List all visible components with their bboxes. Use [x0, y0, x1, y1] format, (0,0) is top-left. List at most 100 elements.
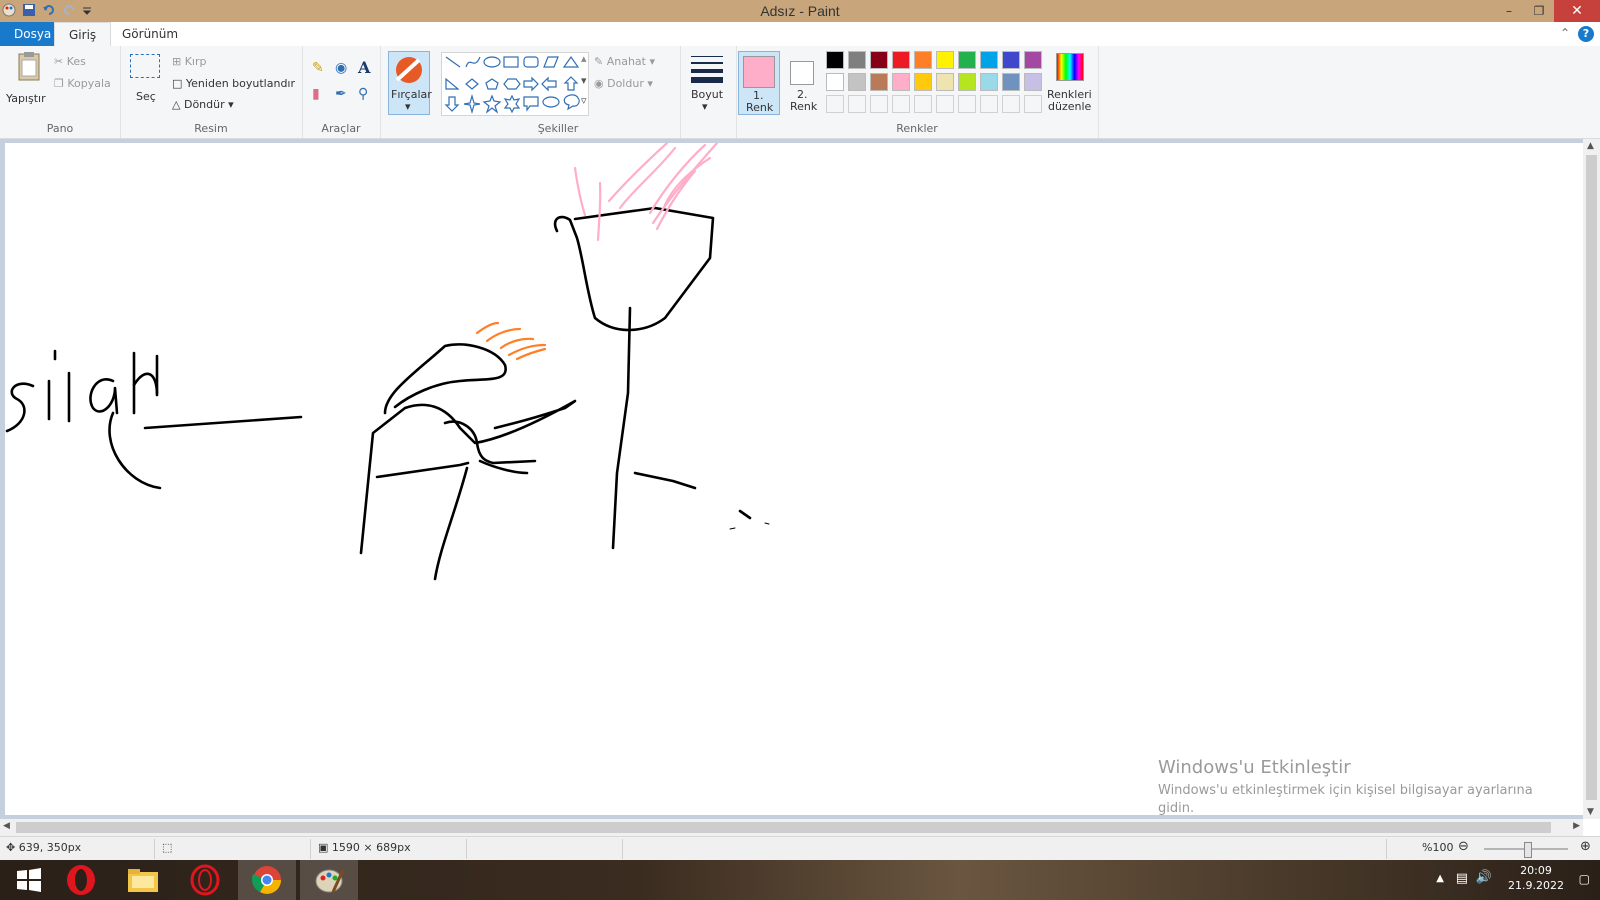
size-dropdown-icon: ▾ [702, 100, 708, 113]
palette-color-swatch[interactable] [870, 73, 888, 91]
palette-color-swatch[interactable] [848, 73, 866, 91]
taskbar-opera-browser[interactable] [52, 860, 110, 900]
shapes-scroll-up-icon[interactable]: ▴ [581, 52, 587, 65]
palette-color-swatch[interactable] [980, 51, 998, 69]
palette-color-swatch[interactable] [892, 73, 910, 91]
fill-shape-button[interactable]: ◉ Doldur ▾ [594, 77, 653, 90]
notifications-icon[interactable]: ▢ [1579, 872, 1590, 886]
palette-color-swatch[interactable] [958, 51, 976, 69]
palette-empty-swatch[interactable] [826, 95, 844, 113]
volume-icon[interactable]: 🔊 [1476, 870, 1492, 885]
taskbar-opera-gx[interactable] [176, 860, 234, 900]
magnifier-icon[interactable]: ⚲ [358, 86, 368, 102]
palette-color-swatch[interactable] [892, 51, 910, 69]
color-picker-icon[interactable]: ✒ [335, 86, 347, 102]
palette-color-swatch[interactable] [1002, 73, 1020, 91]
zoom-out-button[interactable]: ⊖ [1458, 839, 1469, 854]
taskbar-chrome[interactable] [238, 860, 296, 900]
palette-color-swatch[interactable] [914, 51, 932, 69]
drawing-canvas[interactable] [5, 143, 1586, 815]
paste-button[interactable]: Yapıştır [6, 50, 46, 110]
palette-color-swatch[interactable] [826, 51, 844, 69]
palette-empty-swatch[interactable] [1002, 95, 1020, 113]
palette-color-swatch[interactable] [936, 51, 954, 69]
scroll-down-icon[interactable]: ▼ [1587, 807, 1594, 817]
brushes-button[interactable]: Fırçalar ▾ [388, 51, 432, 115]
palette-empty-swatch[interactable] [892, 95, 910, 113]
status-bar: ✥ 639, 350px ⬚ ▣ 1590 × 689px %100 ⊖ ⊕ [0, 836, 1600, 861]
chrome-icon [251, 866, 281, 894]
eraser-icon[interactable]: ▮ [312, 86, 320, 102]
palette-empty-swatch[interactable] [848, 95, 866, 113]
minimize-button[interactable]: – [1494, 0, 1524, 22]
palette-empty-swatch[interactable] [870, 95, 888, 113]
taskbar-file-explorer[interactable] [114, 860, 172, 900]
zoom-slider-thumb[interactable] [1524, 842, 1532, 858]
select-label: Seç [136, 90, 156, 103]
shapes-expand-icon[interactable]: ▿ [581, 94, 587, 107]
copy-button[interactable]: ❐ Kopyala [54, 77, 111, 90]
collapse-ribbon-icon[interactable]: ⌃ [1560, 26, 1570, 40]
cursor-position: ✥ 639, 350px [6, 841, 81, 854]
vertical-scroll-thumb[interactable] [1586, 155, 1597, 800]
taskbar-paint[interactable] [300, 860, 358, 900]
palette-color-swatch[interactable] [980, 73, 998, 91]
color2-button[interactable]: 2. Renk [782, 51, 822, 113]
vertical-scrollbar[interactable]: ▲ ▼ [1583, 139, 1600, 819]
scroll-up-icon[interactable]: ▲ [1587, 141, 1594, 151]
select-button[interactable]: Seç [130, 54, 162, 114]
image-size-icon: ▣ [318, 841, 329, 854]
palette-empty-swatch[interactable] [980, 95, 998, 113]
close-button[interactable]: ✕ [1554, 0, 1600, 22]
start-button[interactable] [0, 860, 58, 900]
network-icon[interactable]: ▤ [1456, 871, 1468, 886]
palette-color-swatch[interactable] [1002, 51, 1020, 69]
palette-empty-swatch[interactable] [914, 95, 932, 113]
person-strokes [553, 206, 752, 550]
pencil-icon[interactable]: ✎ [312, 60, 324, 76]
zoom-in-button[interactable]: ⊕ [1580, 839, 1591, 854]
shapes-group: ▴ ▾ ▿ ✎ Anahat ▾ ◉ Doldur ▾ Şekiller [436, 46, 681, 138]
palette-color-swatch[interactable] [958, 73, 976, 91]
clock[interactable]: 20:09 21.9.2022 [1508, 864, 1564, 892]
palette-color-swatch[interactable] [936, 73, 954, 91]
scroll-right-icon[interactable]: ▶ [1573, 821, 1580, 831]
palette-empty-swatch[interactable] [1024, 95, 1042, 113]
outline-button[interactable]: ✎ Anahat ▾ [594, 55, 655, 68]
palette-color-swatch[interactable] [826, 73, 844, 91]
palette-color-swatch[interactable] [1024, 73, 1042, 91]
tab-home[interactable]: Giriş [54, 22, 112, 47]
ribbon-tabs: Dosya Giriş Görünüm ⌃ ? [0, 22, 1600, 47]
brushes-label: Fırçalar [391, 88, 432, 101]
palette-empty-swatch[interactable] [936, 95, 954, 113]
rotate-label: Döndür [183, 98, 225, 111]
palette-color-swatch[interactable] [848, 51, 866, 69]
colors-group: 1. Renk 2. Renk Renkleri düzenle Renkler [736, 46, 1099, 138]
fill-icon[interactable]: ◉ [335, 60, 347, 76]
palette-color-swatch[interactable] [1024, 51, 1042, 69]
color2-label-b: Renk [790, 100, 818, 113]
palette-color-swatch[interactable] [914, 73, 932, 91]
crop-button[interactable]: ⊞ Kırp [172, 55, 207, 68]
restore-button[interactable]: ❐ [1524, 0, 1554, 22]
horizontal-scroll-thumb[interactable] [16, 822, 1551, 833]
resize-button[interactable]: □ Yeniden boyutlandır [172, 77, 295, 90]
size-button[interactable]: Boyut ▾ [690, 54, 724, 113]
rotate-button[interactable]: △ Döndür ▾ [172, 98, 234, 111]
edit-colors-button[interactable]: Renkleri düzenle [1044, 51, 1094, 113]
palette-empty-swatch[interactable] [958, 95, 976, 113]
drawing-strokes [5, 143, 770, 581]
color1-button[interactable]: 1. Renk [738, 51, 780, 115]
outline-label: Anahat [606, 55, 646, 68]
palette-color-swatch[interactable] [870, 51, 888, 69]
tab-view[interactable]: Görünüm [108, 22, 192, 46]
text-icon[interactable]: A [358, 58, 370, 77]
help-icon[interactable]: ? [1578, 26, 1594, 42]
crop-label: Kırp [184, 55, 207, 68]
horizontal-scrollbar[interactable]: ◀ ▶ [0, 819, 1583, 836]
show-hidden-icons[interactable]: ▲ [1436, 873, 1444, 884]
scroll-left-icon[interactable]: ◀ [3, 821, 10, 831]
shapes-scroll-down-icon[interactable]: ▾ [581, 74, 587, 87]
zoom-slider[interactable] [1484, 842, 1568, 858]
cut-button[interactable]: ✂ Kes [54, 55, 86, 68]
